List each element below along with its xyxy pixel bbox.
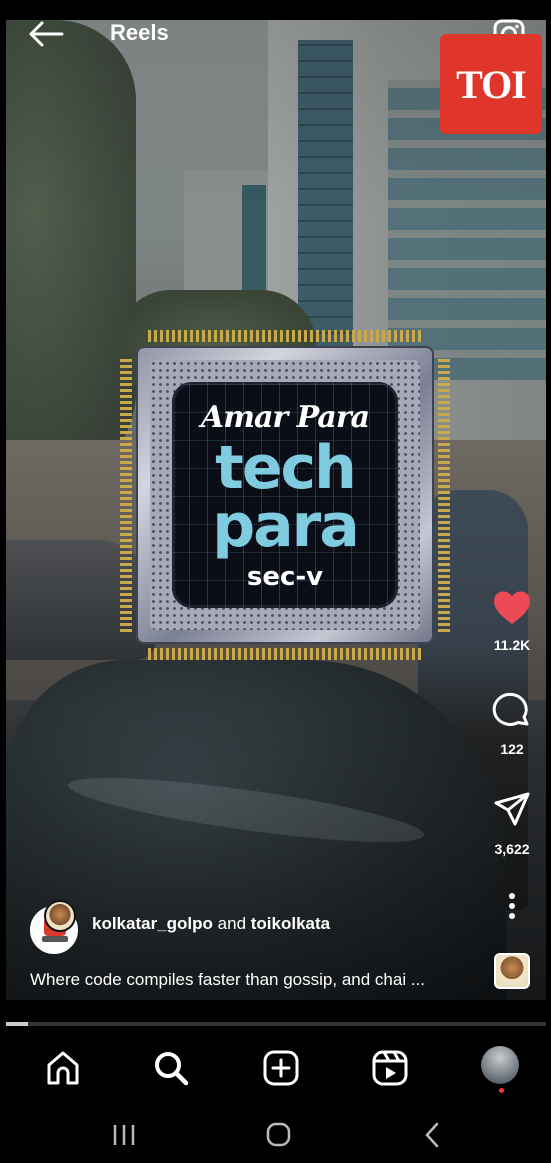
techpara-chip-graphic: Amar Para tech para sec-v (120, 330, 450, 660)
comment-icon (492, 692, 529, 726)
comment-count: 122 (500, 741, 524, 757)
home-button-icon[interactable] (261, 1120, 295, 1150)
author-avatar-secondary[interactable] (44, 900, 76, 932)
graphic-line-amar-para: Amar Para (200, 400, 370, 435)
like-button[interactable]: 11.2K (477, 590, 547, 653)
video-progress-fill (6, 1022, 28, 1026)
chip-pins-left (120, 358, 132, 632)
graphic-line-tech: tech (215, 433, 357, 503)
create-post-icon[interactable] (261, 1048, 301, 1088)
heart-icon (494, 591, 530, 624)
graphic-line-para: para (212, 491, 360, 561)
chip-pins-bottom (148, 648, 422, 660)
video-progress-bar[interactable] (6, 1022, 546, 1026)
profile-avatar[interactable] (481, 1046, 519, 1084)
share-button[interactable]: 3,622 (477, 790, 547, 857)
chip-core: Amar Para tech para sec-v (172, 382, 398, 608)
system-navigation-bar (0, 1106, 551, 1163)
authors-connector: and (217, 914, 247, 933)
bottom-navigation (6, 1030, 546, 1106)
toi-publisher-badge: TOI (440, 34, 542, 134)
author-username-primary[interactable]: kolkatar_golpo (92, 914, 213, 933)
system-back-icon[interactable] (416, 1120, 450, 1150)
profile-notification-dot (499, 1088, 504, 1093)
search-icon[interactable] (151, 1048, 191, 1088)
post-caption[interactable]: Where code compiles faster than gossip, … (30, 970, 480, 990)
app-frame: Amar Para tech para sec-v Reels TOI 11.2… (0, 0, 551, 1163)
more-options-button[interactable] (477, 892, 547, 927)
like-count: 11.2K (493, 637, 531, 653)
reels-icon[interactable] (370, 1048, 410, 1088)
home-icon[interactable] (43, 1048, 83, 1088)
authors-line: kolkatar_golpo and toikolkata (92, 914, 330, 934)
share-count: 3,622 (494, 841, 530, 857)
audio-thumbnail[interactable] (494, 953, 530, 989)
graphic-line-sec-v: sec-v (246, 562, 324, 592)
author-username-secondary[interactable]: toikolkata (251, 914, 330, 933)
comment-button[interactable]: 122 (477, 690, 547, 757)
vertical-ellipsis-icon (509, 893, 515, 919)
paper-plane-icon (494, 792, 530, 826)
chip-pins-right (438, 358, 450, 632)
back-arrow-icon[interactable] (26, 18, 66, 50)
page-title: Reels (110, 20, 169, 45)
chip-pins-top (148, 330, 422, 342)
recent-apps-icon[interactable] (107, 1120, 141, 1150)
